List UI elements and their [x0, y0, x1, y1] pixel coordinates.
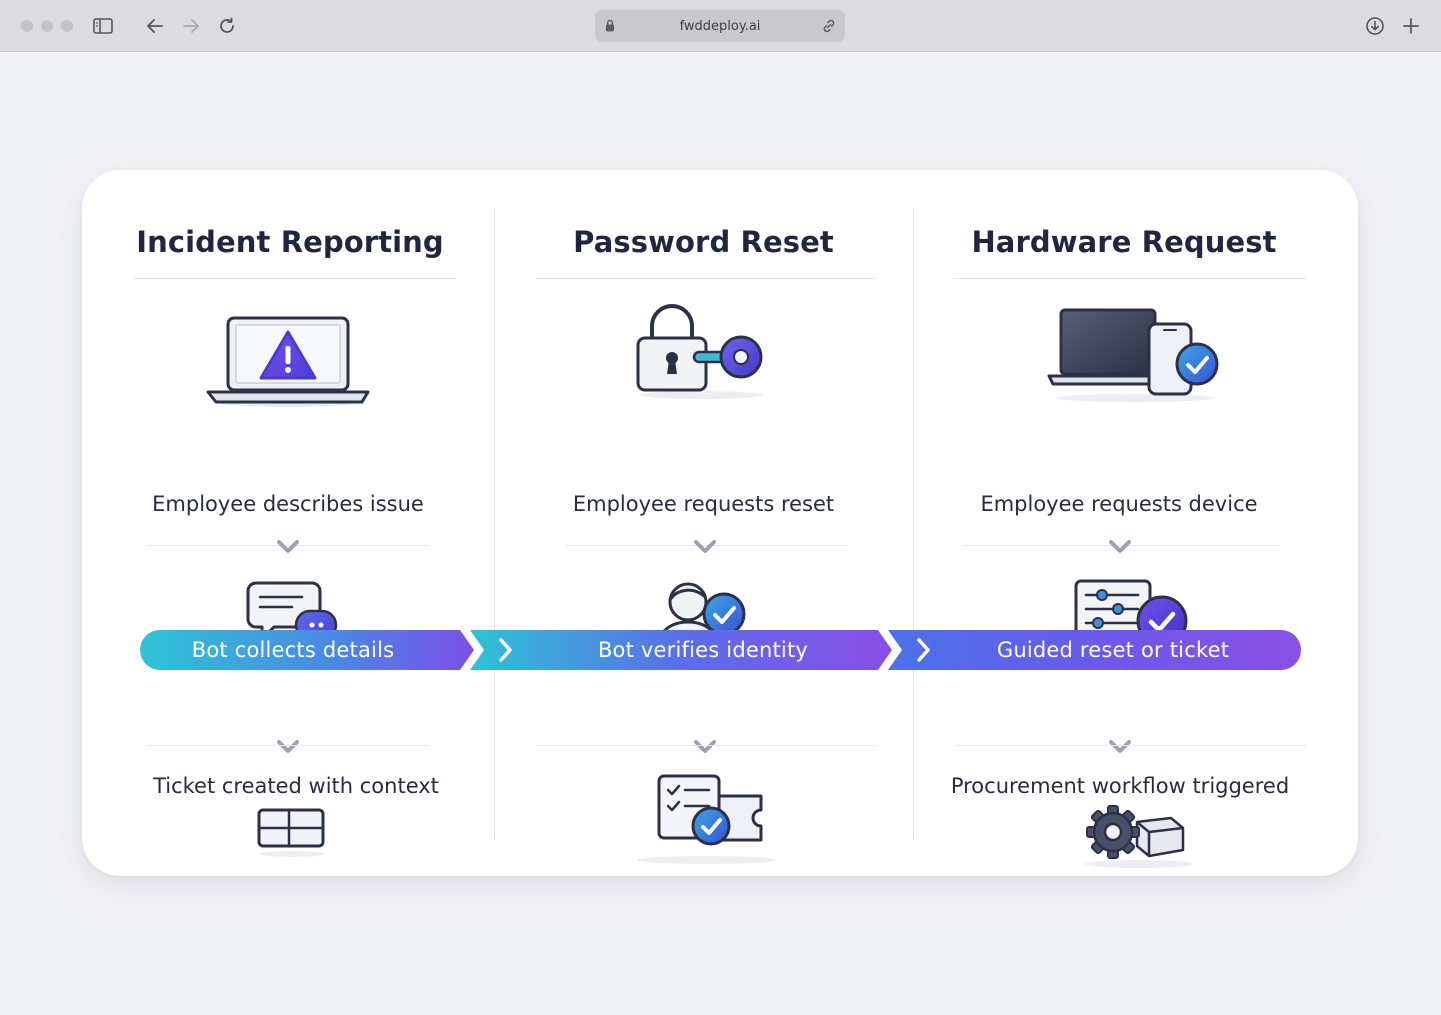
- column-title: Hardware Request: [971, 225, 1277, 259]
- title-divider: [536, 278, 876, 279]
- chevron-down-icon: [1109, 740, 1131, 753]
- result-text: Ticket created with context: [153, 774, 439, 798]
- window-zoom-dot[interactable]: [61, 20, 73, 32]
- window-close-dot[interactable]: [21, 20, 33, 32]
- chevron-down-icon: [1109, 540, 1131, 553]
- result-text: Procurement workflow triggered: [950, 774, 1290, 798]
- padlock-key-icon: [624, 298, 774, 403]
- column-title: Password Reset: [573, 225, 834, 259]
- chevron-down-icon: [694, 540, 716, 553]
- url-text: fwddeploy.ai: [679, 18, 761, 34]
- reload-icon[interactable]: [215, 14, 239, 38]
- new-tab-plus-icon[interactable]: [1399, 14, 1423, 38]
- page-content: Incident Reporting Employee describes is…: [0, 53, 1441, 1015]
- link-icon[interactable]: [821, 18, 837, 38]
- column-title: Incident Reporting: [136, 225, 444, 259]
- bot-process-banner: Bot collects details Bot verifies identi…: [138, 628, 1303, 672]
- title-divider: [134, 278, 456, 279]
- step-divider: [954, 745, 1306, 746]
- step-divider: [536, 745, 876, 746]
- ticket-icon: [252, 806, 332, 858]
- chevron-down-icon: [694, 740, 716, 753]
- gear-box-icon: [1073, 800, 1203, 872]
- column-hardware-request: Hardware Request Employee requests devic…: [913, 170, 1358, 876]
- window-minimize-dot[interactable]: [41, 20, 53, 32]
- chevron-down-icon: [277, 740, 299, 753]
- forward-arrow-icon[interactable]: [179, 14, 203, 38]
- download-icon[interactable]: [1363, 14, 1387, 38]
- chevron-down-icon: [277, 540, 299, 553]
- sidebar-toggle-icon[interactable]: [91, 14, 115, 38]
- column-incident-reporting: Incident Reporting Employee describes is…: [82, 170, 494, 876]
- lock-icon: [605, 19, 615, 36]
- banner-step-label: Bot collects details: [191, 638, 395, 662]
- checklist-ticket-icon: [619, 770, 789, 870]
- trigger-text: Employee requests reset: [572, 492, 835, 516]
- laptop-phone-check-icon: [1043, 298, 1228, 408]
- trigger-text: Employee describes issue: [152, 492, 424, 516]
- trigger-text: Employee requests device: [980, 492, 1258, 516]
- column-password-reset: Password Reset Employee requests reset: [494, 170, 913, 876]
- banner-step-label: Guided reset or ticket: [996, 638, 1230, 662]
- browser-toolbar: fwddeploy.ai: [0, 0, 1441, 52]
- address-bar[interactable]: fwddeploy.ai: [595, 10, 845, 42]
- laptop-warning-icon: [202, 310, 372, 410]
- title-divider: [954, 278, 1306, 279]
- back-arrow-icon[interactable]: [143, 14, 167, 38]
- banner-step-label: Bot verifies identity: [597, 638, 809, 662]
- step-divider: [147, 745, 429, 746]
